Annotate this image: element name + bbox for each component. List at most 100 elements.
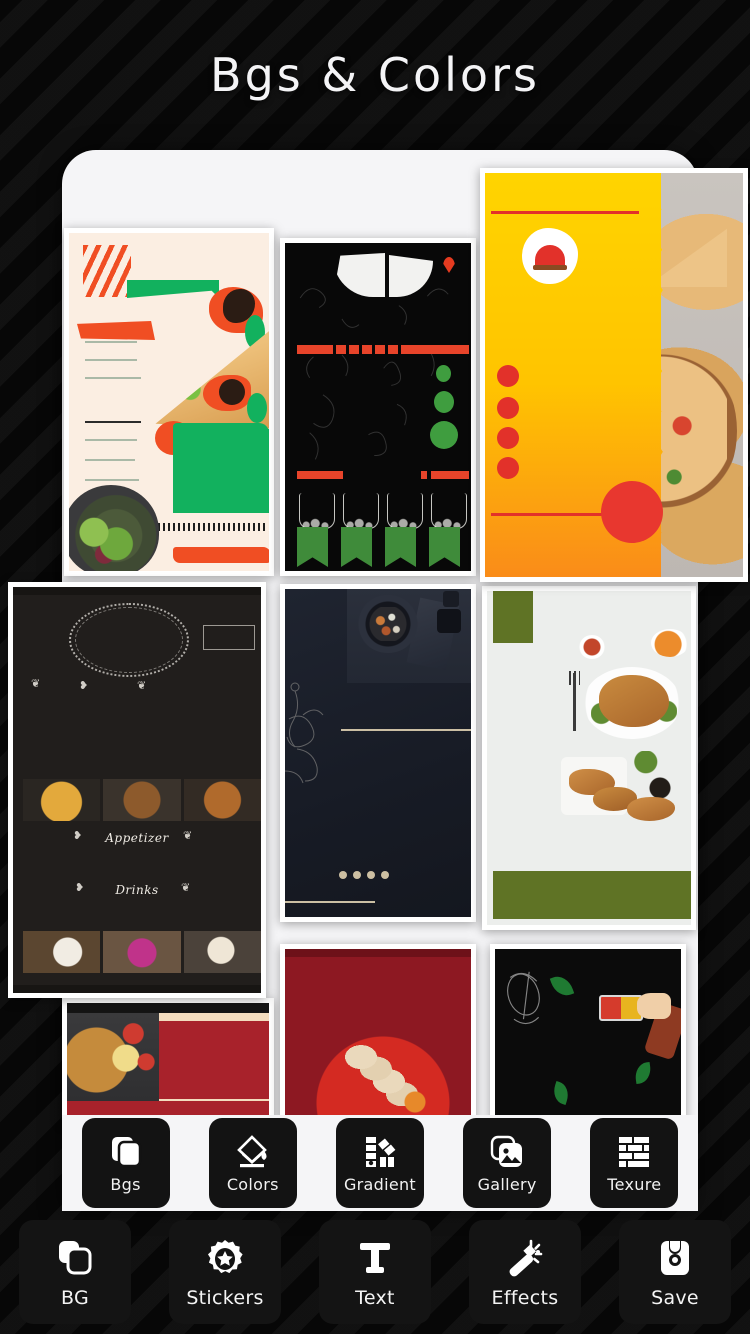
dot-indicator	[353, 871, 361, 879]
flourish-ornament: ❥	[73, 830, 83, 842]
sauce-bowl-photo	[579, 635, 605, 659]
template-preview-red-plate-card	[285, 949, 471, 1117]
toolbar-button-effects[interactable]: Effects	[469, 1220, 581, 1324]
toolbar-button-bg[interactable]: BG	[19, 1220, 131, 1324]
template-card-dark-restaurant-menu[interactable]: ❦ ❥ ❦ Appetizer ❥ ❦ Drinks ❥ ❦	[8, 582, 266, 998]
toolbar-label-colors: Colors	[226, 1175, 279, 1194]
toolbar-label-save: Save	[651, 1287, 699, 1309]
layers-icon	[106, 1132, 146, 1172]
green-text-block	[173, 429, 269, 513]
template-preview-cream-pizza-poster	[69, 233, 269, 571]
zigzag-divider	[143, 523, 267, 531]
dark-cup-photo	[437, 609, 461, 633]
toolbar-button-save[interactable]: Save	[619, 1220, 731, 1324]
placeholder-text-line	[85, 359, 137, 361]
red-bullet-dot	[497, 397, 519, 419]
toolbar-button-colors[interactable]: Colors	[208, 1118, 297, 1208]
template-card-navy-plate-menu[interactable]	[280, 584, 476, 922]
template-preview-chalkboard-pizza-menu	[285, 243, 471, 571]
orange-footer-bar	[173, 547, 269, 563]
dark-red-top-strip	[285, 949, 471, 957]
orange-ribbon-shape	[77, 321, 155, 340]
food-photo-fries	[23, 779, 101, 821]
template-card-white-olive-chicken-menu[interactable]	[482, 586, 696, 930]
magic-wand-icon	[501, 1235, 549, 1283]
appetizer-photo-row	[23, 779, 261, 821]
bottom-edge-bar	[13, 985, 261, 993]
flourish-ornament: ❥	[79, 680, 89, 692]
garnish-photo	[403, 1091, 433, 1113]
toolbar-label-text: Text	[355, 1287, 395, 1309]
herb-pile-photo	[633, 751, 665, 775]
toolbar-button-stickers[interactable]: Stickers	[169, 1220, 281, 1324]
wavy-lines-decoration	[83, 245, 131, 297]
red-panel	[155, 1021, 269, 1099]
toolbar-button-gallery[interactable]: Gallery	[463, 1118, 552, 1208]
drink-photo-latte	[183, 931, 261, 973]
page-title: Bgs & Colors	[210, 48, 540, 102]
red-bullet-dot	[497, 365, 519, 387]
dot-indicator	[367, 871, 375, 879]
logo-base-bar	[533, 265, 567, 270]
toolbar-label-effects: Effects	[491, 1287, 559, 1309]
template-preview-dark-doodle-card	[495, 949, 681, 1117]
placeholder-text-line	[85, 439, 137, 441]
layers-outline-icon	[51, 1235, 99, 1283]
floral-wreath-inner	[75, 607, 183, 673]
dot-indicator	[339, 871, 347, 879]
section-label-appetizer: Appetizer	[105, 831, 169, 845]
fork-handle	[573, 673, 576, 731]
main-bottom-toolbar: BG Stickers Text Effects Save	[0, 1210, 750, 1334]
toolbar-button-bgs[interactable]: Bgs	[81, 1118, 170, 1208]
placeholder-text-line	[85, 459, 135, 461]
divider-rule	[85, 421, 141, 423]
placeholder-text-line	[85, 377, 141, 379]
olive-block-bottom	[493, 871, 691, 919]
toolbar-label-texure: Texure	[607, 1175, 662, 1194]
red-footer-bar-gap	[427, 469, 431, 480]
toolbar-button-texure[interactable]: Texure	[590, 1118, 679, 1208]
outlined-box-placeholder	[203, 625, 255, 650]
drink-photo-coffee	[23, 931, 101, 973]
drinks-photo-row	[23, 931, 261, 973]
red-bullet-dot	[497, 457, 519, 479]
page-header: Bgs & Colors	[0, 0, 750, 150]
drink-photo-smoothie	[103, 931, 181, 973]
food-on-plate	[369, 607, 407, 641]
food-photo-kebab	[103, 779, 181, 821]
logo-dome-shape	[535, 245, 565, 267]
placeholder-text-line	[85, 479, 139, 481]
beige-divider-rule	[341, 729, 471, 731]
paint-bucket-icon	[233, 1132, 273, 1172]
template-card-chalkboard-pizza-menu[interactable]	[280, 238, 476, 576]
template-card-dark-doodle-card[interactable]	[490, 944, 686, 1122]
floppy-disk-icon	[651, 1235, 699, 1283]
template-card-red-plate-card[interactable]	[280, 944, 476, 1122]
food-photo-meat	[183, 779, 261, 821]
template-card-yellow-orange-pizza-flyer[interactable]	[480, 168, 748, 582]
red-footer-bar-left	[297, 471, 343, 479]
dot-indicator-group	[339, 871, 389, 879]
toolbar-button-gradient[interactable]: Gradient	[335, 1118, 424, 1208]
green-balloon-shape-3	[430, 421, 458, 449]
toolbar-label-gallery: Gallery	[477, 1175, 537, 1194]
red-bullet-dot	[497, 427, 519, 449]
app-root: Bgs & Colors ❦ ❥ ❦ Appetizer ❥ ❦ Drinks …	[0, 0, 750, 1334]
section-label-drinks: Drinks	[115, 883, 159, 897]
template-preview-white-olive-chicken-menu	[487, 591, 691, 925]
template-preview-dark-restaurant-menu: ❦ ❥ ❦ Appetizer ❥ ❦ Drinks ❥ ❦	[13, 587, 261, 993]
carrot-bowl-photo	[651, 629, 689, 657]
toolbar-button-text[interactable]: Text	[319, 1220, 431, 1324]
placeholder-text-line	[85, 341, 137, 343]
template-preview-roast-chicken-red-card	[67, 1003, 269, 1117]
badge-star-icon	[201, 1235, 249, 1283]
green-balloon-shape-2	[434, 391, 454, 413]
template-card-roast-chicken-red-card[interactable]	[62, 998, 274, 1122]
flourish-ornament: ❦	[183, 830, 193, 842]
template-card-cream-pizza-poster[interactable]	[64, 228, 274, 576]
beige-footer-rule	[285, 901, 375, 903]
red-title-bar-texture	[323, 345, 409, 354]
dot-indicator	[381, 871, 389, 879]
template-preview-navy-plate-menu	[285, 589, 471, 917]
hand-illustration	[637, 993, 671, 1019]
